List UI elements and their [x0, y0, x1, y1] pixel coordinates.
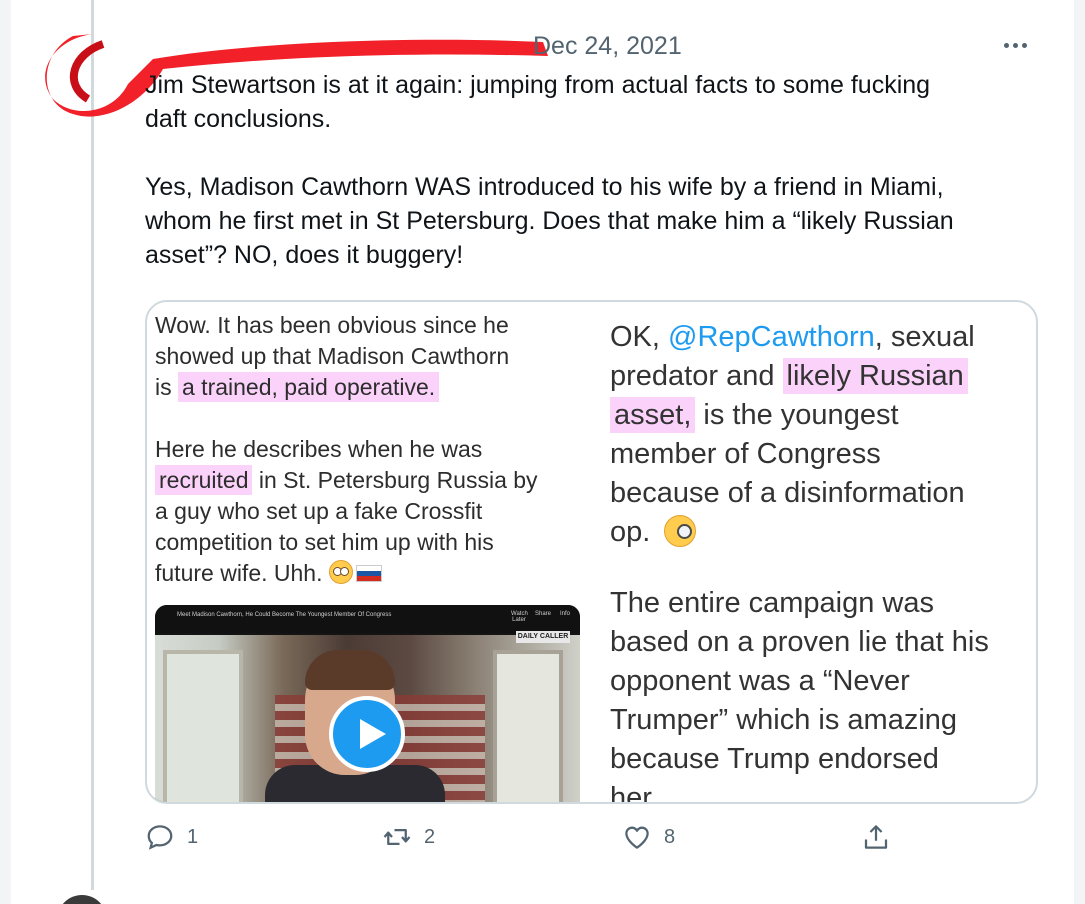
text-line: Here he describes when he was [155, 436, 483, 462]
tweet-actions: 1 2 8 [145, 822, 905, 862]
text-span: , sexual [874, 321, 975, 353]
more-icon[interactable] [1004, 38, 1040, 52]
highlight: likely Russian [782, 358, 968, 394]
retweet-icon [383, 829, 411, 845]
text-span: predator and [610, 360, 783, 392]
person-hair [305, 650, 395, 690]
video-topbar: Meet Madison Cawthorn, He Could Become T… [155, 605, 580, 633]
text-line: is a trained, paid operative. [155, 372, 587, 403]
text-line: future wife. Uhh. [155, 558, 587, 589]
reply-icon [147, 825, 173, 850]
quoted-right-text: OK, @RepCawthorn, sexual predator and li… [610, 318, 1035, 804]
mention-link[interactable]: @RepCawthorn [668, 321, 875, 353]
tweet-text-line: Jim Stewartson is at it again: jumping f… [145, 71, 931, 99]
text-line: op. [610, 513, 1035, 552]
text-line: showed up that Madison Cawthorn [155, 343, 510, 369]
monocle-face-emoji [664, 515, 697, 547]
tweet-text-line: whom he first met in St Petersburg. Does… [145, 207, 954, 235]
text-line: predator and likely Russian [610, 357, 1035, 396]
watch-later-button[interactable]: Watch Later [511, 611, 528, 623]
highlight: a trained, paid operative. [178, 372, 440, 402]
text-line: Trumper” which is amazing [610, 704, 958, 736]
text-line: opponent was a “Never [610, 665, 910, 697]
text-line: because Trump endorsed [610, 743, 939, 775]
tweet-text-line: Yes, Madison Cawthorn WAS introduced to … [145, 173, 944, 201]
like-button[interactable]: 8 [622, 822, 675, 852]
quoted-image-card[interactable]: Wow. It has been obvious since he showed… [145, 300, 1038, 804]
text-line: asset, is the youngest [610, 396, 1035, 435]
reply-button[interactable]: 1 [145, 822, 198, 852]
channel-badge: DAILY CALLER [516, 631, 570, 643]
tweet-date[interactable]: Dec 24, 2021 [533, 32, 682, 61]
retweet-count: 2 [424, 825, 436, 848]
flushed-face-emoji [328, 560, 353, 584]
text-span: is the youngest [695, 399, 899, 431]
text-line: Wow. It has been obvious since he [155, 312, 509, 338]
text-line: a guy who set up a fake Crossfit [155, 498, 483, 524]
text-span: in St. Petersburg Russia by [252, 467, 538, 493]
share-button[interactable] [861, 822, 891, 852]
tweet-text-line: daft conclusions. [145, 105, 332, 133]
text-span: is [155, 374, 178, 400]
window [493, 650, 563, 802]
video-title: Meet Madison Cawthorn, He Could Become T… [177, 612, 392, 618]
window [163, 650, 243, 802]
russia-flag-emoji [355, 565, 382, 582]
text-line: member of Congress [610, 438, 881, 470]
quoted-left-text: Wow. It has been obvious since he showed… [155, 310, 587, 589]
reply-count: 1 [187, 825, 199, 848]
highlight: recruited [155, 465, 253, 495]
play-icon[interactable] [329, 696, 405, 772]
tweet-text: Jim Stewartson is at it again: jumping f… [145, 68, 1025, 272]
highlight: asset, [610, 397, 696, 433]
thread-line [91, 0, 94, 890]
like-icon [625, 826, 649, 849]
text-line: The entire campaign was [610, 587, 934, 619]
info-button[interactable]: Info [557, 611, 573, 617]
text-line: competition to set him up with his [155, 529, 494, 555]
text-line: because of a disinformation [610, 477, 965, 509]
text-span: op. [610, 516, 659, 548]
share-video-button[interactable]: Share [535, 611, 551, 617]
retweet-button[interactable]: 2 [382, 822, 435, 852]
tweet-text-line: asset”? NO, does it buggery! [145, 241, 464, 269]
text-line: recruited in St. Petersburg Russia by [155, 465, 587, 496]
like-count: 8 [664, 825, 676, 848]
share-icon [864, 825, 888, 849]
video-thumbnail[interactable]: Meet Madison Cawthorn, He Could Become T… [155, 605, 580, 802]
text-line: her. [610, 782, 659, 804]
text-line: OK, @RepCawthorn, sexual [610, 318, 1035, 357]
text-span: future wife. Uhh. [155, 560, 329, 586]
text-line: based on a proven lie that his [610, 626, 989, 658]
text-span: OK, [610, 321, 669, 353]
